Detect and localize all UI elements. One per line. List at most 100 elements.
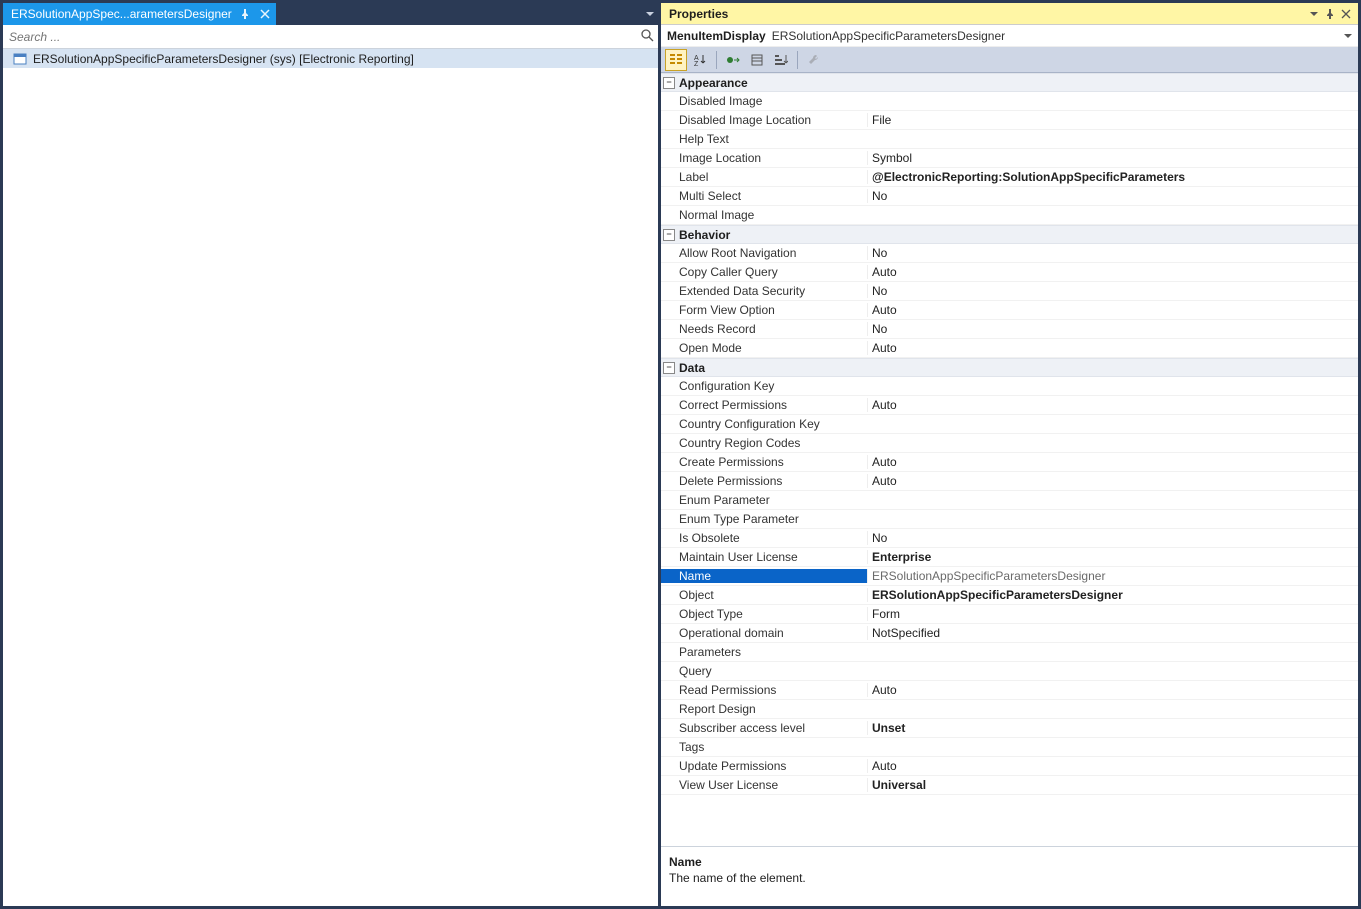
property-row[interactable]: Is ObsoleteNo [661, 529, 1358, 548]
property-row[interactable]: Read PermissionsAuto [661, 681, 1358, 700]
collapse-icon[interactable]: − [663, 77, 675, 89]
property-row[interactable]: Tags [661, 738, 1358, 757]
tab-document[interactable]: ERSolutionAppSpec...arametersDesigner [3, 3, 276, 25]
property-name: Copy Caller Query [661, 265, 867, 279]
property-value[interactable]: Auto [867, 265, 1358, 279]
property-row[interactable]: Disabled Image LocationFile [661, 111, 1358, 130]
collapse-icon[interactable]: − [663, 229, 675, 241]
property-row[interactable]: Disabled Image [661, 92, 1358, 111]
search-input[interactable] [3, 27, 636, 47]
properties-object-row[interactable]: MenuItemDisplay ERSolutionAppSpecificPar… [661, 25, 1358, 47]
property-row[interactable]: Create PermissionsAuto [661, 453, 1358, 472]
property-value[interactable]: Auto [867, 341, 1358, 355]
property-row[interactable]: Enum Parameter [661, 491, 1358, 510]
property-row[interactable]: Label@ElectronicReporting:SolutionAppSpe… [661, 168, 1358, 187]
property-row[interactable]: Configuration Key [661, 377, 1358, 396]
close-icon[interactable] [258, 7, 272, 21]
property-value[interactable]: Unset [867, 721, 1358, 735]
property-row[interactable]: Enum Type Parameter [661, 510, 1358, 529]
pin-icon[interactable] [238, 7, 252, 21]
property-value[interactable]: NotSpecified [867, 626, 1358, 640]
property-name: Open Mode [661, 341, 867, 355]
sort-icon[interactable] [770, 49, 792, 71]
property-row[interactable]: Report Design [661, 700, 1358, 719]
object-type-label: MenuItemDisplay [667, 29, 766, 43]
property-pages-icon[interactable] [746, 49, 768, 71]
property-row[interactable]: Normal Image [661, 206, 1358, 225]
property-row[interactable]: Help Text [661, 130, 1358, 149]
property-value[interactable]: @ElectronicReporting:SolutionAppSpecific… [867, 170, 1358, 184]
property-row[interactable]: Allow Root NavigationNo [661, 244, 1358, 263]
property-row[interactable]: Copy Caller QueryAuto [661, 263, 1358, 282]
property-value[interactable]: Enterprise [867, 550, 1358, 564]
property-row[interactable]: Form View OptionAuto [661, 301, 1358, 320]
property-description: Name The name of the element. [661, 846, 1358, 906]
property-value[interactable]: Auto [867, 474, 1358, 488]
property-name: Country Region Codes [661, 436, 867, 450]
property-name: Query [661, 664, 867, 678]
property-row[interactable]: Extended Data SecurityNo [661, 282, 1358, 301]
category-header[interactable]: −Appearance [661, 73, 1358, 92]
property-value[interactable]: No [867, 322, 1358, 336]
category-header[interactable]: −Behavior [661, 225, 1358, 244]
tab-dropdown-icon[interactable] [642, 3, 658, 25]
property-row[interactable]: Query [661, 662, 1358, 681]
property-row[interactable]: Operational domainNotSpecified [661, 624, 1358, 643]
property-value[interactable]: No [867, 531, 1358, 545]
property-row[interactable]: Object TypeForm [661, 605, 1358, 624]
property-row[interactable]: Update PermissionsAuto [661, 757, 1358, 776]
property-value[interactable]: ERSolutionAppSpecificParametersDesigner [867, 588, 1358, 602]
description-name: Name [669, 855, 1350, 869]
property-name: Delete Permissions [661, 474, 867, 488]
object-dropdown-icon[interactable] [1344, 29, 1352, 43]
property-value[interactable]: No [867, 246, 1358, 260]
property-row[interactable]: Country Region Codes [661, 434, 1358, 453]
properties-title: Properties [669, 7, 728, 21]
categorized-icon[interactable] [665, 49, 687, 71]
editor-pane: ERSolutionAppSpec...arametersDesigner [3, 3, 661, 906]
property-name: Object [661, 588, 867, 602]
search-icon[interactable] [636, 28, 658, 45]
properties-grid[interactable]: −AppearanceDisabled ImageDisabled Image … [661, 73, 1358, 846]
property-value[interactable]: Auto [867, 683, 1358, 697]
property-name: Multi Select [661, 189, 867, 203]
tree-item[interactable]: ERSolutionAppSpecificParametersDesigner … [3, 49, 658, 69]
category-name: Data [679, 361, 705, 375]
property-value[interactable]: Form [867, 607, 1358, 621]
window-dropdown-icon[interactable] [1306, 6, 1322, 22]
property-value[interactable]: ERSolutionAppSpecificParametersDesigner [867, 569, 1358, 583]
category-header[interactable]: −Data [661, 358, 1358, 377]
property-row[interactable]: Multi SelectNo [661, 187, 1358, 206]
property-value[interactable]: Universal [867, 778, 1358, 792]
close-icon[interactable] [1338, 6, 1354, 22]
property-name: Correct Permissions [661, 398, 867, 412]
property-value[interactable]: File [867, 113, 1358, 127]
property-row[interactable]: Subscriber access levelUnset [661, 719, 1358, 738]
property-name: Maintain User License [661, 550, 867, 564]
property-row[interactable]: Needs RecordNo [661, 320, 1358, 339]
property-value[interactable]: Auto [867, 303, 1358, 317]
alphabetical-icon[interactable]: AZ [689, 49, 711, 71]
property-row[interactable]: Parameters [661, 643, 1358, 662]
property-row[interactable]: Image LocationSymbol [661, 149, 1358, 168]
property-row[interactable]: ObjectERSolutionAppSpecificParametersDes… [661, 586, 1358, 605]
extensions-icon[interactable] [722, 49, 744, 71]
property-row[interactable]: Maintain User LicenseEnterprise [661, 548, 1358, 567]
property-value[interactable]: No [867, 189, 1358, 203]
collapse-icon[interactable]: − [663, 362, 675, 374]
property-value[interactable]: Auto [867, 455, 1358, 469]
tab-title: ERSolutionAppSpec...arametersDesigner [11, 7, 232, 21]
wrench-icon[interactable] [803, 49, 825, 71]
property-value[interactable]: Symbol [867, 151, 1358, 165]
property-row[interactable]: View User LicenseUniversal [661, 776, 1358, 795]
property-row[interactable]: Delete PermissionsAuto [661, 472, 1358, 491]
property-value[interactable]: Auto [867, 759, 1358, 773]
property-row[interactable]: NameERSolutionAppSpecificParametersDesig… [661, 567, 1358, 586]
property-value[interactable]: Auto [867, 398, 1358, 412]
property-row[interactable]: Country Configuration Key [661, 415, 1358, 434]
pin-icon[interactable] [1322, 6, 1338, 22]
property-value[interactable]: No [867, 284, 1358, 298]
properties-pane: Properties MenuItemDisplay ERSolutionApp… [661, 3, 1358, 906]
property-row[interactable]: Correct PermissionsAuto [661, 396, 1358, 415]
property-row[interactable]: Open ModeAuto [661, 339, 1358, 358]
